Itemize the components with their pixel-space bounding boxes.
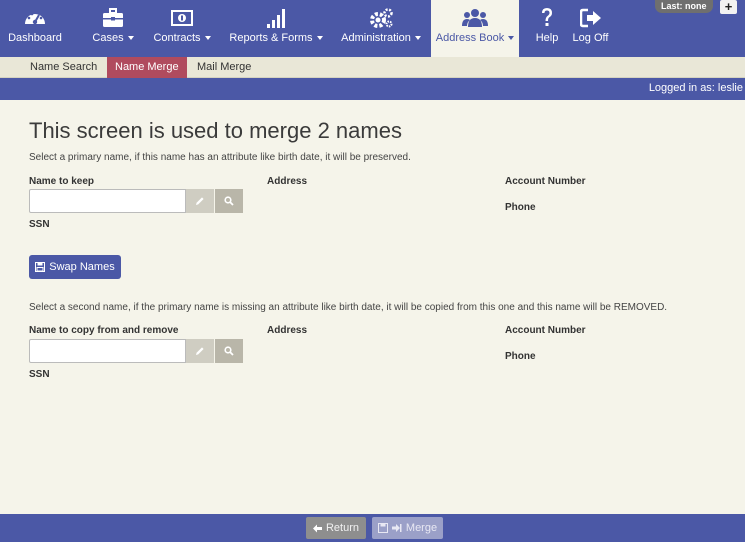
primary-address-label: Address [267,176,308,187]
return-label: Return [325,522,360,534]
tab-mail-merge[interactable]: Mail Merge [189,57,259,78]
sub-nav: Name Search Name Merge Mail Merge [0,57,745,78]
nav-administration[interactable]: Administration [336,0,426,57]
users-icon [431,6,519,30]
chevron-down-icon [204,36,211,41]
merge-button[interactable]: Merge [372,517,443,539]
search-icon [224,346,234,356]
swap-names-button[interactable]: Swap Names [29,255,121,279]
secondary-edit-button[interactable] [186,339,214,363]
nav-help[interactable]: Help [527,0,567,57]
nav-dashboard-label: Dashboard [8,32,62,44]
primary-search-button[interactable] [215,189,243,213]
primary-account-number-label: Account Number [505,176,586,187]
sign-in-icon [391,524,402,532]
secondary-ssn-label: SSN [29,369,50,380]
page-title: This screen is used to merge 2 names [29,118,402,143]
bar-chart-icon [224,6,328,30]
logged-in-text: Logged in as: leslie [648,82,743,94]
secondary-phone-label: Phone [505,351,536,362]
primary-instruction: Select a primary name, if this name has … [29,152,411,163]
arrow-left-icon [312,524,322,532]
name-to-remove-input[interactable] [29,339,186,363]
nav-help-label: Help [535,32,559,44]
swap-names-label: Swap Names [49,261,115,273]
return-button[interactable]: Return [306,517,366,539]
chevron-down-icon [316,36,323,41]
pencil-icon [196,197,204,205]
money-icon [148,6,216,30]
primary-phone-label: Phone [505,202,536,213]
last-badge[interactable]: Last: none [655,0,713,13]
primary-edit-button[interactable] [186,189,214,213]
nav-reports-label: Reports & Forms [229,32,313,44]
secondary-address-label: Address [267,325,308,336]
name-to-remove-label: Name to copy from and remove [29,325,179,336]
logged-in-bar: Logged in as: leslie [0,78,745,100]
name-to-keep-label: Name to keep [29,176,95,187]
nav-contracts-label: Contracts [153,32,201,44]
nav-log-off[interactable]: Log Off [563,0,618,57]
secondary-account-number-label: Account Number [505,325,586,336]
dashboard-icon [0,6,70,30]
nav-reports-forms[interactable]: Reports & Forms [224,0,328,57]
nav-cases[interactable]: Cases [83,0,143,57]
merge-label: Merge [405,522,438,534]
chevron-down-icon [508,36,515,41]
tab-name-merge[interactable]: Name Merge [107,57,187,78]
top-nav: Dashboard Cases Contracts Reports & Form… [0,0,745,57]
briefcase-icon [83,6,143,30]
question-icon [527,6,567,30]
nav-address-book[interactable]: Address Book [431,0,519,57]
save-icon [35,262,46,272]
footer-bar: Return Merge [0,514,745,542]
tab-name-search[interactable]: Name Search [22,57,105,78]
name-to-keep-input[interactable] [29,189,186,213]
search-icon [224,196,234,206]
nav-log-off-label: Log Off [572,32,609,44]
nav-cases-label: Cases [92,32,124,44]
pencil-icon [196,347,204,355]
gears-icon [336,6,426,30]
chevron-down-icon [414,36,421,41]
nav-dashboard[interactable]: Dashboard [0,0,70,57]
secondary-search-button[interactable] [215,339,243,363]
save-icon [377,523,388,533]
nav-address-book-label: Address Book [435,32,505,44]
primary-ssn-label: SSN [29,219,50,230]
nav-administration-label: Administration [341,32,411,44]
plus-button[interactable]: + [720,0,737,14]
sign-out-icon [563,6,618,30]
nav-contracts[interactable]: Contracts [148,0,216,57]
chevron-down-icon [127,36,134,41]
secondary-instruction: Select a second name, if the primary nam… [29,302,668,313]
